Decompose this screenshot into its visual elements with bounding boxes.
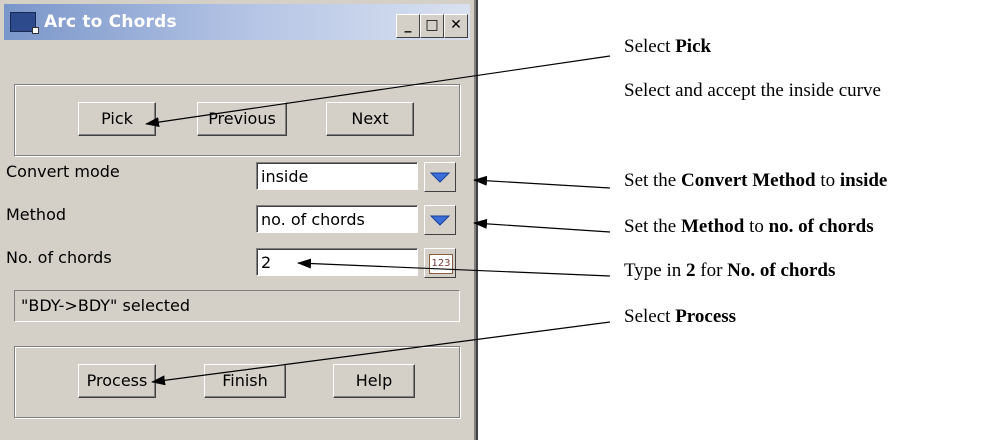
- arrow-to-chords: [297, 258, 611, 277]
- arrow-to-convert-mode: [473, 175, 611, 189]
- arrow-to-process: [151, 321, 611, 386]
- arrow-to-pick: [145, 55, 611, 128]
- arrow-to-method: [473, 218, 611, 233]
- callout-arrows: [145, 55, 611, 386]
